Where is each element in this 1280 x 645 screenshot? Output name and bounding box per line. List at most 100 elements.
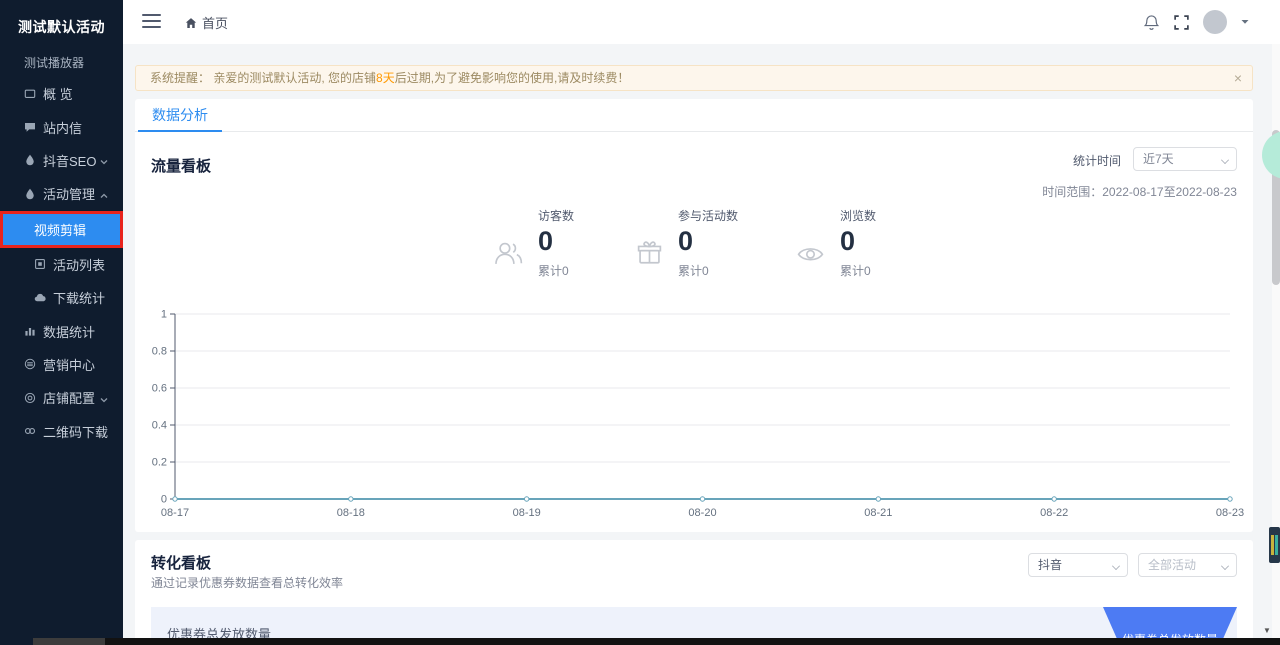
stat-label: 参与活动数: [678, 209, 739, 223]
traffic-board-title: 流量看板: [151, 158, 212, 175]
sidebar-item-label: 下载统计: [53, 291, 106, 307]
sidebar-item-label: 抖音SEO: [43, 153, 97, 169]
svg-text:0.8: 0.8: [152, 346, 167, 358]
sidebar-item-qrcode-download[interactable]: 二维码下载: [0, 415, 123, 448]
sidebar-item-label: 概 览: [43, 87, 73, 103]
sidebar-item-label: 活动列表: [53, 257, 106, 273]
bar-chart-icon: [24, 325, 36, 337]
sidebar-item-label: 活动管理: [43, 187, 96, 203]
activity-select[interactable]: 全部活动: [1138, 553, 1237, 577]
gift-icon: [635, 238, 664, 267]
bell-icon[interactable]: [1143, 14, 1160, 31]
stat-time-label: 统计时间: [1072, 154, 1121, 168]
alert-prefix: 系统提醒：: [150, 71, 211, 85]
stat-total: 累计0: [840, 264, 871, 278]
sidebar-item-label: 站内信: [43, 120, 83, 136]
sidebar-item-shop-config[interactable]: 店铺配置: [0, 381, 123, 414]
sidebar-item-activity-list[interactable]: 活动列表: [0, 248, 123, 281]
message-icon: [24, 121, 36, 133]
list-icon: [34, 258, 46, 270]
svg-text:0.4: 0.4: [152, 420, 167, 432]
stat-label: 浏览数: [840, 209, 877, 223]
sidebar-item-label: 视频剪辑: [34, 222, 87, 238]
alert-text-after: 后过期,为了避免影响您的使用,请及时续费！: [394, 71, 630, 85]
stat-value: 0: [678, 226, 694, 256]
sidebar-item-label: 店铺配置: [43, 391, 96, 407]
settings-icon: [24, 392, 36, 404]
stat-value: 0: [840, 226, 856, 256]
topbar: 首页: [123, 0, 1280, 44]
alert-close-icon[interactable]: ×: [1234, 66, 1242, 90]
sidebar-item-douyin-seo[interactable]: 抖音SEO: [0, 144, 123, 177]
chevron-down-icon: [1112, 562, 1120, 570]
stat-total: 累计0: [678, 264, 709, 278]
user-menu-caret-icon[interactable]: [1240, 17, 1250, 27]
svg-text:08-17: 08-17: [161, 507, 189, 519]
sidebar: 测试默认活动 测试播放器 概 览站内信 抖音SEO 活动管理 视频剪辑 活动列表 下载统计…: [0, 0, 123, 645]
user-avatar[interactable]: [1203, 10, 1227, 34]
breadcrumb[interactable]: 首页: [185, 13, 228, 32]
sidebar-item-site-messages[interactable]: 站内信: [0, 110, 123, 143]
floating-mini-widget[interactable]: [1269, 527, 1280, 563]
svg-text:1: 1: [161, 309, 167, 321]
stat-label: 访客数: [538, 209, 575, 223]
stat-block: 浏览数 0 累计0: [795, 207, 876, 279]
eye-icon: [795, 238, 826, 267]
stat-block: 访客数 0 累计0: [493, 207, 574, 279]
svg-text:08-23: 08-23: [1216, 507, 1244, 519]
breadcrumb-label: 首页: [202, 16, 229, 31]
stat-value: 0: [538, 226, 554, 256]
tab-data-analysis[interactable]: 数据分析: [138, 99, 222, 132]
sidebar-menu: 概 览站内信抖音SEO 活动管理视频剪辑活动列表下载统计数据统计营销中心店铺配置二…: [0, 77, 123, 448]
conversion-board-subtitle: 通过记录优惠券数据查看总转化效率: [151, 576, 344, 590]
alert-text-before: 亲爱的测试默认活动, 您的店铺: [210, 71, 377, 85]
sidebar-item-marketing-center[interactable]: 营销中心: [0, 348, 123, 381]
sidebar-item-video-clip[interactable]: 视频剪辑: [0, 210, 123, 248]
stat-time-select[interactable]: 近7天: [1133, 147, 1237, 171]
screen: 测试默认活动 测试播放器 概 览站内信 抖音SEO 活动管理 视频剪辑 活动列表 下载统计…: [0, 0, 1280, 645]
conversion-board-title: 转化看板: [151, 555, 212, 572]
activity-select-value: 全部活动: [1148, 558, 1197, 572]
sidebar-item-download-stats[interactable]: 下载统计: [0, 281, 123, 314]
sidebar-title: 测试默认活动: [18, 19, 105, 35]
sidebar-item-label: 数据统计: [43, 324, 96, 340]
chevron-down-icon: [1221, 156, 1229, 164]
hamburger-menu-icon[interactable]: [142, 14, 161, 29]
visitors-icon: [493, 238, 524, 267]
marketing-icon: [24, 358, 36, 370]
svg-text:0.6: 0.6: [152, 383, 167, 395]
time-range-text: 时间范围：2022-08-17至2022-08-23: [1042, 185, 1237, 199]
droplet-icon: [24, 154, 36, 166]
platform-select[interactable]: 抖音: [1028, 553, 1128, 577]
sidebar-item-label: 营销中心: [43, 357, 96, 373]
svg-text:08-21: 08-21: [864, 507, 892, 519]
chevron-up-icon: [99, 189, 109, 199]
floating-help-widget[interactable]: [1262, 131, 1280, 179]
chevron-down-icon: [1221, 562, 1229, 570]
system-alert: 系统提醒： 亲爱的测试默认活动, 您的店铺8天后过期,为了避免影响您的使用,请及…: [135, 65, 1253, 91]
scroll-down-caret-icon[interactable]: ▼: [1263, 626, 1271, 635]
sidebar-item-label: 二维码下载: [43, 424, 109, 440]
sidebar-item-data-statistics[interactable]: 数据统计: [0, 314, 123, 347]
home-icon: [185, 17, 197, 29]
alert-highlight: 8天: [376, 71, 395, 85]
stat-block: 参与活动数 0 累计0: [635, 207, 738, 279]
link-icon: [24, 425, 36, 437]
traffic-stats: 访客数 0 累计0 参与活动数 0 累计0 浏览数 0 累计0: [135, 207, 1253, 291]
svg-text:08-19: 08-19: [513, 507, 541, 519]
fullscreen-icon[interactable]: [1173, 14, 1190, 31]
ink-drop-icon: [24, 188, 36, 200]
traffic-card: 数据分析 流量看板 统计时间 近7天 时间范围：2022-08-17至2022-…: [135, 99, 1253, 532]
stat-total: 累计0: [538, 264, 569, 278]
svg-text:08-22: 08-22: [1040, 507, 1068, 519]
svg-text:0: 0: [161, 494, 167, 506]
sidebar-item-activity-management[interactable]: 活动管理: [0, 177, 123, 210]
svg-text:08-18: 08-18: [337, 507, 365, 519]
conversion-card: 转化看板 通过记录优惠券数据查看总转化效率 抖音 全部活动 优惠券总发放数量 优…: [135, 540, 1253, 645]
svg-text:0.2: 0.2: [152, 457, 167, 469]
traffic-line-chart: 0 0.2 0.4 0.6 0.8 1 08-17 08-18 08-19 08-20 08-21 0…: [135, 304, 1253, 530]
sidebar-item-overview[interactable]: 概 览: [0, 77, 123, 110]
stat-time-select-value: 近7天: [1143, 152, 1174, 166]
bottom-taskbar-strip: [33, 638, 1280, 645]
platform-select-value: 抖音: [1038, 558, 1063, 572]
